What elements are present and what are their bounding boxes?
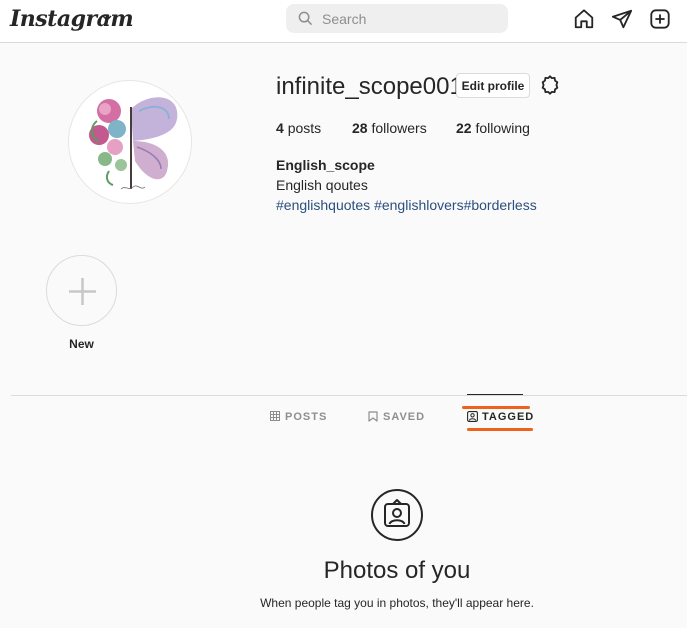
home-icon[interactable] xyxy=(573,8,595,30)
followers-label: followers xyxy=(371,120,427,136)
followers-count: 28 xyxy=(352,120,368,136)
instagram-logo[interactable]: Instagram xyxy=(10,6,134,32)
active-tab-indicator xyxy=(467,394,523,395)
posts-label: posts xyxy=(287,120,322,136)
empty-state-title: Photos of you xyxy=(323,557,471,584)
new-post-icon[interactable] xyxy=(649,8,671,30)
edit-profile-button[interactable]: Edit profile xyxy=(456,73,530,98)
posts-stat[interactable]: 4 posts xyxy=(276,120,321,136)
profile-full-name: English_scope xyxy=(276,157,375,173)
empty-state-subtitle: When people tag you in photos, they'll a… xyxy=(260,596,534,610)
profile-avatar[interactable] xyxy=(68,80,192,204)
annotation-underline-bottom xyxy=(467,428,533,431)
grid-icon xyxy=(270,411,280,421)
profile-username: infinite_scope001 xyxy=(276,73,463,100)
new-highlight-label: New xyxy=(69,337,94,351)
search-input[interactable] xyxy=(322,4,502,33)
settings-gear-icon[interactable] xyxy=(539,74,561,96)
tabs-divider xyxy=(11,395,687,396)
new-highlight-button[interactable] xyxy=(46,255,117,326)
tagged-photos-icon xyxy=(371,489,423,541)
chevron-down-icon[interactable] xyxy=(101,12,113,24)
search-bar[interactable] xyxy=(286,4,508,33)
profile-bio: English qoutes xyxy=(276,177,368,193)
direct-icon[interactable] xyxy=(611,8,633,30)
plus-icon xyxy=(69,278,96,305)
tab-saved-label: SAVED xyxy=(383,411,426,423)
posts-count: 4 xyxy=(276,120,284,136)
profile-hashtags[interactable]: #englishquotes #englishlovers#borderless xyxy=(276,197,537,213)
following-label: following xyxy=(475,120,530,136)
following-count: 22 xyxy=(456,120,472,136)
tab-tagged-label: TAGGED xyxy=(482,411,535,423)
annotation-underline-top xyxy=(462,406,530,409)
top-nav-bar: Instagram xyxy=(0,0,687,43)
search-icon xyxy=(298,11,313,26)
tagged-icon xyxy=(467,411,478,422)
followers-stat[interactable]: 28 followers xyxy=(352,120,427,136)
butterfly-image xyxy=(89,97,178,190)
tab-posts-label: POSTS xyxy=(285,411,328,423)
following-stat[interactable]: 22 following xyxy=(456,120,530,136)
bookmark-icon xyxy=(368,411,378,422)
